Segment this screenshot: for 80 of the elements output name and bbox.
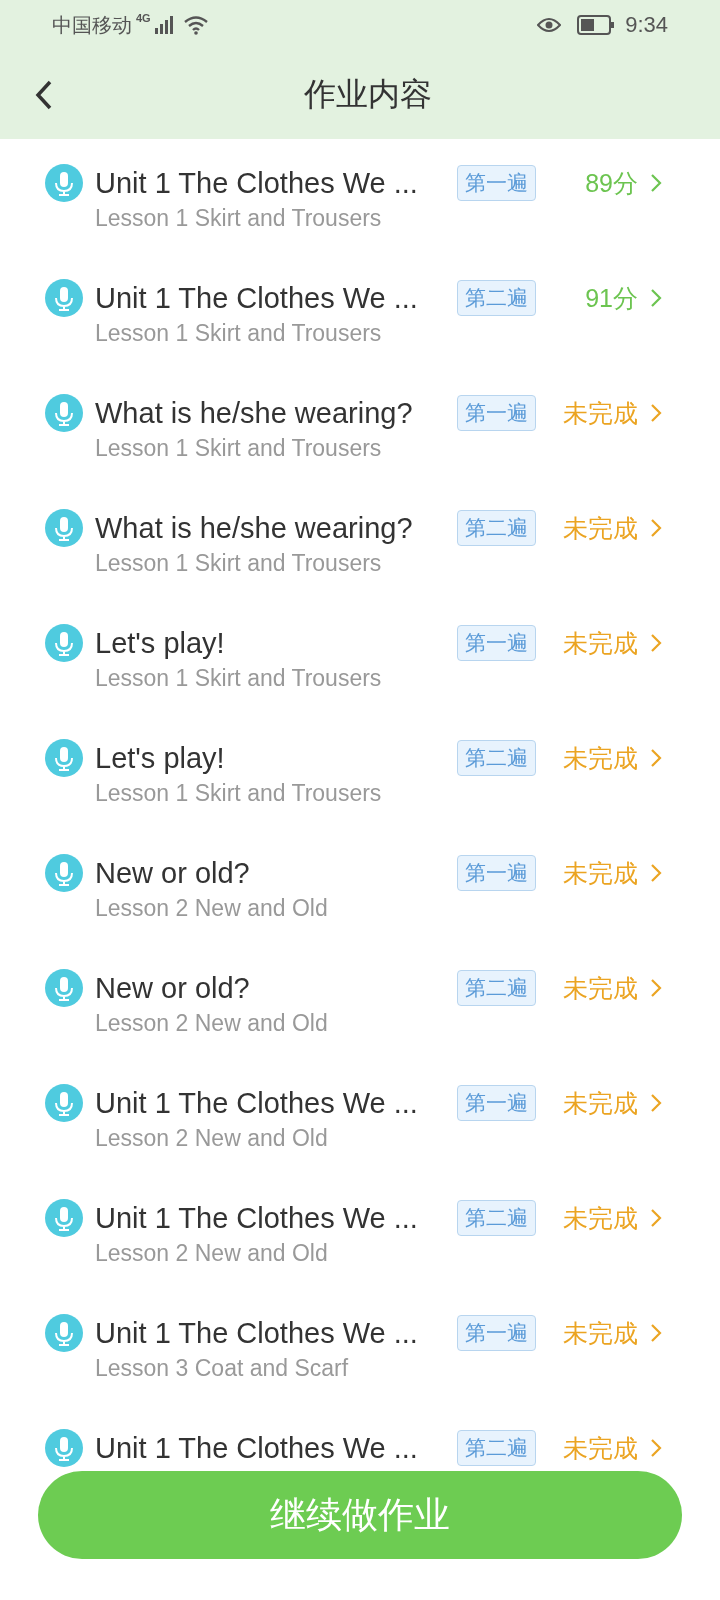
attempt-tag: 第二遍 — [457, 510, 536, 546]
wifi-icon — [182, 15, 209, 35]
exercise-title: What is he/she wearing? — [95, 396, 414, 430]
attempt-tag: 第二遍 — [457, 1200, 536, 1236]
clock-time: 9:34 — [625, 12, 668, 38]
lesson-subtitle: Lesson 2 New and Old — [95, 1009, 329, 1037]
exercise-title: New or old? — [95, 856, 251, 890]
attempt-tag: 第一遍 — [457, 165, 536, 201]
exercise-title: New or old? — [95, 971, 251, 1005]
microphone-icon — [45, 854, 83, 892]
status-text: 未完成 — [563, 1317, 638, 1349]
signal-icon — [154, 16, 175, 34]
lesson-subtitle: Lesson 1 Skirt and Trousers — [95, 779, 383, 807]
microphone-icon — [45, 394, 83, 432]
status-text: 未完成 — [563, 627, 638, 659]
attempt-tag: 第二遍 — [457, 740, 536, 776]
lesson-subtitle: Lesson 3 Coat and Scarf — [95, 1354, 350, 1382]
chevron-right-icon — [650, 403, 662, 423]
status-text: 未完成 — [563, 742, 638, 774]
eye-icon — [537, 17, 562, 33]
attempt-tag: 第一遍 — [457, 1315, 536, 1351]
page-title: 作业内容 — [303, 74, 432, 114]
status-text: 未完成 — [563, 857, 638, 889]
attempt-tag: 第一遍 — [457, 1085, 536, 1121]
chevron-right-icon — [650, 518, 662, 538]
microphone-icon — [45, 1429, 83, 1467]
microphone-icon — [45, 739, 83, 777]
microphone-icon — [45, 1084, 83, 1122]
microphone-icon — [45, 279, 83, 317]
lesson-subtitle: Lesson 1 Skirt and Trousers — [95, 319, 383, 347]
chevron-right-icon — [650, 633, 662, 653]
chevron-right-icon — [650, 863, 662, 883]
attempt-tag: 第二遍 — [457, 1430, 536, 1466]
attempt-tag: 第一遍 — [457, 395, 536, 431]
microphone-icon — [45, 1199, 83, 1237]
chevron-right-icon — [650, 1093, 662, 1113]
exercise-title: Unit 1 The Clothes We ... — [95, 1086, 419, 1120]
attempt-tag: 第一遍 — [457, 625, 536, 661]
lesson-subtitle: Lesson 2 New and Old — [95, 894, 329, 922]
status-text: 未完成 — [563, 1087, 638, 1119]
status-text: 未完成 — [563, 397, 638, 429]
microphone-icon — [45, 969, 83, 1007]
network-type: 4G — [136, 12, 151, 24]
exercise-title: Unit 1 The Clothes We ... — [95, 1431, 419, 1465]
status-text: 未完成 — [563, 972, 638, 1004]
lesson-subtitle: Lesson 2 New and Old — [95, 1239, 329, 1267]
lesson-subtitle: Lesson 1 Skirt and Trousers — [95, 204, 383, 232]
battery-icon — [577, 15, 616, 35]
lesson-subtitle: Lesson 1 Skirt and Trousers — [95, 434, 383, 462]
status-text: 未完成 — [563, 512, 638, 544]
lesson-subtitle: Lesson 2 New and Old — [95, 1124, 329, 1152]
lesson-subtitle: Lesson 1 Skirt and Trousers — [95, 664, 383, 692]
microphone-icon — [45, 1314, 83, 1352]
score-text: 89分 — [585, 167, 638, 199]
chevron-right-icon — [650, 978, 662, 998]
score-text: 91分 — [585, 282, 638, 314]
attempt-tag: 第一遍 — [457, 855, 536, 891]
exercise-title: What is he/she wearing? — [95, 511, 414, 545]
microphone-icon — [45, 624, 83, 662]
chevron-right-icon — [650, 1208, 662, 1228]
chevron-right-icon — [650, 748, 662, 768]
exercise-title: Unit 1 The Clothes We ... — [95, 281, 419, 315]
chevron-right-icon — [650, 1323, 662, 1343]
exercise-title: Unit 1 The Clothes We ... — [95, 1201, 419, 1235]
chevron-right-icon — [650, 288, 662, 308]
lesson-subtitle: Lesson 1 Skirt and Trousers — [95, 549, 383, 577]
continue-button[interactable]: 继续做作业 — [38, 1471, 682, 1559]
exercise-title: Let's play! — [95, 741, 226, 775]
exercise-title: Let's play! — [95, 626, 226, 660]
attempt-tag: 第二遍 — [457, 970, 536, 1006]
exercise-title: Unit 1 The Clothes We ... — [95, 166, 419, 200]
exercise-title: Unit 1 The Clothes We ... — [95, 1316, 419, 1350]
status-text: 未完成 — [563, 1432, 638, 1464]
microphone-icon — [45, 509, 83, 547]
chevron-right-icon — [650, 1438, 662, 1458]
microphone-icon — [45, 164, 83, 202]
attempt-tag: 第二遍 — [457, 280, 536, 316]
chevron-right-icon — [650, 173, 662, 193]
status-text: 未完成 — [563, 1202, 638, 1234]
carrier-name: 中国移动 — [52, 12, 132, 38]
